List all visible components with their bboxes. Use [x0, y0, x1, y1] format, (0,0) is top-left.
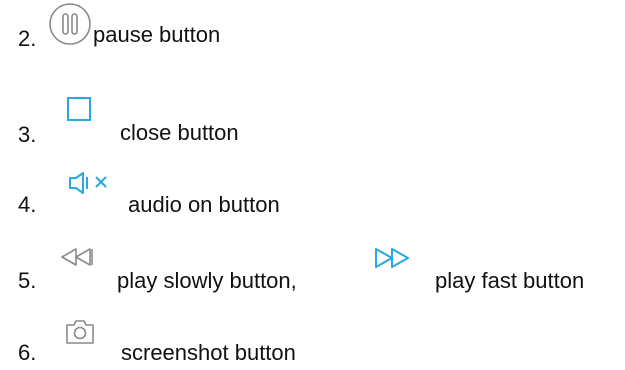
pause-circle-icon [48, 2, 92, 46]
item-number: 5. [18, 268, 37, 293]
item-label-2: play fast button [435, 268, 585, 293]
rewind-icon [58, 246, 100, 268]
fast-forward-icon [372, 246, 416, 270]
camera-icon [64, 318, 96, 346]
item-label: play slowly button, [117, 268, 297, 293]
item-number: 2. [18, 26, 37, 51]
item-label: close button [120, 120, 239, 145]
item-label: audio on button [128, 192, 280, 217]
speaker-muted-icon [66, 170, 116, 196]
item-number: 4. [18, 192, 37, 217]
item-label: screenshot button [121, 340, 296, 365]
item-number: 3. [18, 122, 37, 147]
item-label: pause button [93, 22, 221, 47]
item-number: 6. [18, 340, 37, 365]
stop-square-icon [66, 96, 92, 122]
